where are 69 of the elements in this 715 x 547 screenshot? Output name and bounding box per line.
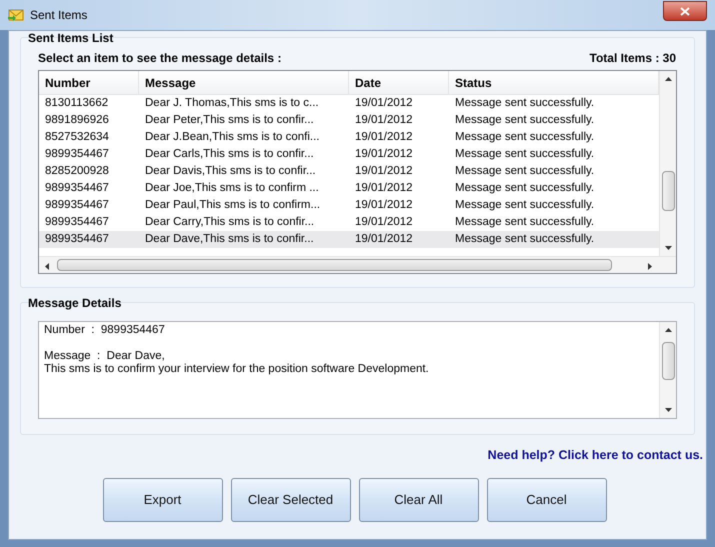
- total-items-label: Total Items : 30: [590, 50, 676, 67]
- action-button[interactable]: Export: [102, 478, 222, 522]
- table-cell-text: Message sent successfully.: [454, 164, 596, 179]
- vertical-scrollbar[interactable]: [659, 71, 676, 256]
- horizontal-scrollbar[interactable]: [39, 256, 676, 273]
- scroll-up-icon[interactable]: [665, 328, 672, 332]
- table-cell-text: Dear Paul,This sms is to confirm...: [144, 198, 322, 213]
- table-cell-text: Dear Carls,This sms is to confir...: [144, 147, 315, 162]
- scroll-up-icon[interactable]: [665, 77, 672, 81]
- table-cell-text: 19/01/2012: [354, 198, 414, 213]
- table-cell-text: 19/01/2012: [354, 147, 414, 162]
- scroll-left-icon[interactable]: [45, 263, 49, 270]
- details-text: Number : 9899354467: [44, 324, 166, 337]
- column-header[interactable]: Date: [349, 71, 449, 94]
- table-cell-text: 9899354467: [44, 147, 110, 162]
- table-cell-text: Dear J. Thomas,This sms is to c...: [144, 96, 320, 111]
- table-cell-text: Message sent successfully.: [454, 130, 596, 145]
- table-cell-text: Message sent successfully.: [454, 232, 596, 247]
- scroll-down-icon[interactable]: [665, 408, 672, 412]
- instruction-text: Select an item to see the message details :: [38, 50, 282, 67]
- group-title: Message Details: [28, 296, 122, 310]
- scroll-thumb[interactable]: [662, 171, 675, 211]
- table-cell-text: Message sent successfully.: [454, 198, 596, 213]
- vertical-scrollbar[interactable]: [659, 322, 676, 418]
- action-button[interactable]: Clear Selected: [230, 478, 350, 522]
- table-cell-text: 19/01/2012: [354, 130, 414, 145]
- action-button[interactable]: Cancel: [486, 478, 606, 522]
- table-cell-text: 8130113662: [44, 96, 110, 111]
- table-cell-text: 9899354467: [44, 198, 110, 213]
- scroll-thumb[interactable]: [662, 342, 675, 380]
- table-cell-text: 19/01/2012: [354, 96, 414, 111]
- table-cell-text: Dear Dave,This sms is to confir...: [144, 232, 315, 247]
- message-details-field[interactable]: Number : 9899354467 Message : Dear Dave, This sms is to confirm your interview for the position software Development.: [38, 321, 677, 419]
- group-title: Sent Items List: [28, 31, 114, 45]
- table-cell-text: 19/01/2012: [354, 113, 414, 128]
- table-cell-text: Dear Davis,This sms is to confir...: [144, 164, 317, 179]
- table-cell-text: Message sent successfully.: [454, 147, 596, 162]
- table-cell-text: 9899354467: [44, 232, 110, 247]
- table-cell-text: Dear Carry,This sms is to confir...: [144, 215, 316, 230]
- table-cell-text: 19/01/2012: [354, 164, 414, 179]
- close-button[interactable]: [663, 1, 707, 21]
- table-cell-text: 9899354467: [44, 215, 110, 230]
- table-row[interactable]: 9899354467 Dear Dave,This sms is to confir... 19/01/2012 Message sent successfully.: [39, 231, 659, 248]
- scroll-right-icon[interactable]: [648, 263, 652, 270]
- table-cell-text: 19/01/2012: [354, 181, 414, 196]
- close-icon: [680, 6, 690, 16]
- table-cell-text: 9899354467: [44, 181, 110, 196]
- table-cell-text: 19/01/2012: [354, 232, 414, 247]
- table-cell-text: Dear Joe,This sms is to confirm ...: [144, 181, 320, 196]
- action-button[interactable]: Clear All: [358, 478, 478, 522]
- window-title: Sent Items: [30, 7, 88, 24]
- column-header[interactable]: Message: [139, 71, 349, 94]
- table-cell-text: 9891896926: [44, 113, 110, 128]
- details-text: This sms is to confirm your interview for the position software Development.: [44, 363, 430, 376]
- table-cell-text: Message sent successfully.: [454, 215, 596, 230]
- table-cell-text: Dear Peter,This sms is to confir...: [144, 113, 315, 128]
- scroll-down-icon[interactable]: [665, 246, 672, 250]
- column-header[interactable]: Number: [39, 71, 139, 94]
- help-link[interactable]: Need help? Click here to contact us.: [488, 446, 703, 464]
- scroll-thumb[interactable]: [57, 259, 612, 271]
- table-cell-text: 8285200928: [44, 164, 110, 179]
- envelope-icon: [8, 8, 24, 22]
- table-cell-text: Message sent successfully.: [454, 96, 596, 111]
- table-cell-text: Message sent successfully.: [454, 113, 596, 128]
- table-cell-text: Dear J.Bean,This sms is to confi...: [144, 130, 320, 145]
- details-text: Message : Dear Dave,: [44, 350, 166, 363]
- table-cell-text: Message sent successfully.: [454, 181, 596, 196]
- table-cell-text: 19/01/2012: [354, 215, 414, 230]
- table-cell-text: 8527532634: [44, 130, 110, 145]
